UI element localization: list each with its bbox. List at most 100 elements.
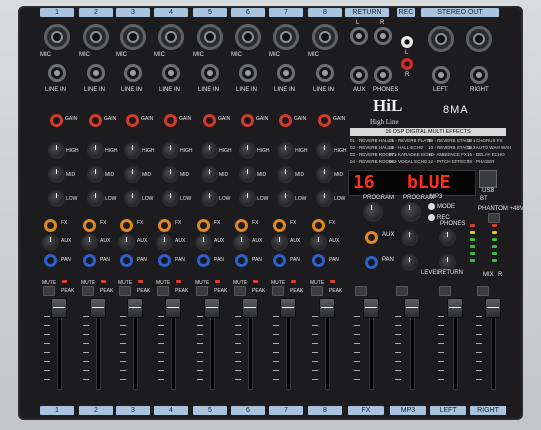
mp3-hf-knob[interactable] <box>403 231 416 244</box>
channel-5-low-knob[interactable] <box>203 192 216 205</box>
channel-5-high-knob[interactable] <box>203 144 216 157</box>
channel-7-pan-knob[interactable] <box>273 254 286 267</box>
rec-button[interactable] <box>428 214 435 221</box>
channel-5-mute-button[interactable] <box>196 286 208 296</box>
channel-3-gain-knob[interactable] <box>126 114 139 127</box>
channel-2-high-knob[interactable] <box>89 144 102 157</box>
channel-8-mid-knob[interactable] <box>318 168 331 181</box>
program-select-knob[interactable] <box>365 204 381 220</box>
channel-7-mic-input[interactable] <box>273 24 299 50</box>
channel-3-high-knob[interactable] <box>126 144 139 157</box>
channel-5-gain-knob[interactable] <box>203 114 216 127</box>
channel-2-mid-knob[interactable] <box>89 168 102 181</box>
stereo-out-right-jack[interactable] <box>470 66 488 84</box>
phones-level-knob[interactable] <box>441 231 454 244</box>
channel-8-aux-knob[interactable] <box>312 236 325 249</box>
channel-4-fx-knob[interactable] <box>158 219 171 232</box>
channel-5-mid-knob[interactable] <box>203 168 216 181</box>
channel-2-low-knob[interactable] <box>89 192 102 205</box>
phones-jack[interactable] <box>374 66 392 84</box>
channel-3-low-knob[interactable] <box>126 192 139 205</box>
channel-3-pan-knob[interactable] <box>120 254 133 267</box>
channel-7-fader[interactable] <box>280 298 296 318</box>
channel-5-fx-knob[interactable] <box>197 219 210 232</box>
channel-3-line-input[interactable] <box>124 64 142 82</box>
channel-8-fader[interactable] <box>319 298 335 318</box>
channel-6-mid-knob[interactable] <box>241 168 254 181</box>
channel-6-high-knob[interactable] <box>241 144 254 157</box>
channel-4-pan-knob[interactable] <box>158 254 171 267</box>
channel-8-line-input[interactable] <box>316 64 334 82</box>
usb-port[interactable] <box>479 170 497 188</box>
channel-8-mute-button[interactable] <box>311 286 323 296</box>
channel-2-mute-button[interactable] <box>82 286 94 296</box>
channel-4-line-input[interactable] <box>162 64 180 82</box>
master-right-button[interactable] <box>477 286 489 296</box>
channel-7-mid-knob[interactable] <box>279 168 292 181</box>
channel-6-fx-knob[interactable] <box>235 219 248 232</box>
channel-7-gain-knob[interactable] <box>279 114 292 127</box>
channel-4-aux-knob[interactable] <box>158 236 171 249</box>
program-select-knob-2[interactable] <box>403 204 419 220</box>
channel-4-mic-input[interactable] <box>158 24 184 50</box>
channel-1-low-knob[interactable] <box>50 192 63 205</box>
rec-r-rca[interactable] <box>401 58 413 70</box>
channel-8-low-knob[interactable] <box>318 192 331 205</box>
return-l-jack[interactable] <box>350 27 368 45</box>
master-left-fader[interactable] <box>447 298 463 318</box>
channel-5-aux-knob[interactable] <box>197 236 210 249</box>
channel-1-high-knob[interactable] <box>50 144 63 157</box>
mode-button[interactable] <box>428 203 435 210</box>
channel-2-gain-knob[interactable] <box>89 114 102 127</box>
phantom-button[interactable] <box>488 213 500 223</box>
return-r-jack[interactable] <box>374 27 392 45</box>
channel-1-aux-knob[interactable] <box>44 236 57 249</box>
rec-l-rca[interactable] <box>401 36 413 48</box>
channel-6-line-input[interactable] <box>239 64 257 82</box>
channel-7-mute-button[interactable] <box>272 286 284 296</box>
channel-3-mid-knob[interactable] <box>126 168 139 181</box>
channel-5-fader[interactable] <box>204 298 220 318</box>
channel-2-mic-input[interactable] <box>83 24 109 50</box>
channel-6-aux-knob[interactable] <box>235 236 248 249</box>
channel-7-aux-knob[interactable] <box>273 236 286 249</box>
channel-1-line-input[interactable] <box>48 64 66 82</box>
channel-1-fader[interactable] <box>51 298 67 318</box>
channel-8-high-knob[interactable] <box>318 144 331 157</box>
channel-2-line-input[interactable] <box>87 64 105 82</box>
channel-1-mic-input[interactable] <box>44 24 70 50</box>
master-mp3-button[interactable] <box>396 286 408 296</box>
channel-1-gain-knob[interactable] <box>50 114 63 127</box>
channel-7-line-input[interactable] <box>277 64 295 82</box>
channel-8-gain-knob[interactable] <box>318 114 331 127</box>
stereo-out-left-jack[interactable] <box>432 66 450 84</box>
channel-1-pan-knob[interactable] <box>44 254 57 267</box>
channel-3-fader[interactable] <box>127 298 143 318</box>
channel-2-fader[interactable] <box>90 298 106 318</box>
channel-4-low-knob[interactable] <box>164 192 177 205</box>
channel-6-fader[interactable] <box>242 298 258 318</box>
channel-3-mic-input[interactable] <box>120 24 146 50</box>
channel-4-gain-knob[interactable] <box>164 114 177 127</box>
channel-1-mid-knob[interactable] <box>50 168 63 181</box>
channel-6-mute-button[interactable] <box>234 286 246 296</box>
channel-3-aux-knob[interactable] <box>120 236 133 249</box>
channel-2-pan-knob[interactable] <box>83 254 96 267</box>
fx-pan-knob[interactable] <box>365 256 378 269</box>
master-mp3-fader[interactable] <box>404 298 420 318</box>
channel-6-mic-input[interactable] <box>235 24 261 50</box>
channel-7-fx-knob[interactable] <box>273 219 286 232</box>
channel-4-fader[interactable] <box>165 298 181 318</box>
stereo-out-left-xlr[interactable] <box>428 26 454 52</box>
fx-return-knob[interactable] <box>365 231 378 244</box>
channel-1-fx-knob[interactable] <box>44 219 57 232</box>
channel-4-high-knob[interactable] <box>164 144 177 157</box>
channel-2-aux-knob[interactable] <box>83 236 96 249</box>
channel-5-pan-knob[interactable] <box>197 254 210 267</box>
master-fx-fader[interactable] <box>363 298 379 318</box>
channel-1-mute-button[interactable] <box>43 286 55 296</box>
channel-8-fx-knob[interactable] <box>312 219 325 232</box>
master-left-button[interactable] <box>439 286 451 296</box>
channel-6-low-knob[interactable] <box>241 192 254 205</box>
channel-4-mid-knob[interactable] <box>164 168 177 181</box>
